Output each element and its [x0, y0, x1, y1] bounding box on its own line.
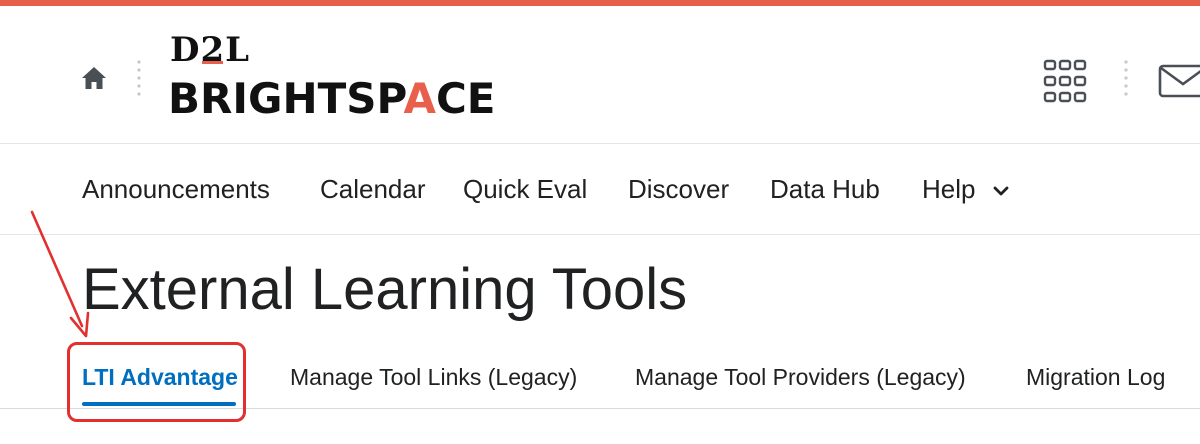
header-divider-right [1124, 60, 1128, 96]
nav-item-data-hub[interactable]: Data Hub [770, 174, 880, 205]
navbar: Announcements Calendar Quick Eval Discov… [0, 144, 1200, 235]
logo-d2l-text: D2L [170, 30, 251, 70]
header: D2L BRIGHTSPACE [0, 6, 1200, 144]
nav-item-quick-eval[interactable]: Quick Eval [463, 174, 587, 205]
waffle-icon[interactable] [1042, 58, 1088, 104]
nav-item-help[interactable]: Help [922, 174, 1009, 205]
nav-item-discover[interactable]: Discover [628, 174, 729, 205]
tab-migration-log[interactable]: Migration Log [1026, 364, 1165, 391]
chevron-down-icon [993, 186, 1009, 196]
annotation-highlight-box [67, 342, 246, 422]
page-title: External Learning Tools [82, 257, 688, 322]
mail-icon[interactable] [1158, 64, 1200, 98]
logo-brightspace-text: BRIGHTSPACE [168, 74, 496, 123]
nav-item-calendar[interactable]: Calendar [320, 174, 426, 205]
tab-manage-tool-links-legacy[interactable]: Manage Tool Links (Legacy) [290, 364, 577, 391]
header-divider [137, 60, 141, 96]
nav-item-help-label: Help [922, 174, 976, 204]
nav-item-announcements[interactable]: Announcements [82, 174, 270, 205]
brightspace-logo[interactable]: D2L BRIGHTSPACE [168, 30, 530, 130]
tab-manage-tool-providers-legacy[interactable]: Manage Tool Providers (Legacy) [635, 364, 966, 391]
home-icon[interactable] [80, 64, 108, 92]
